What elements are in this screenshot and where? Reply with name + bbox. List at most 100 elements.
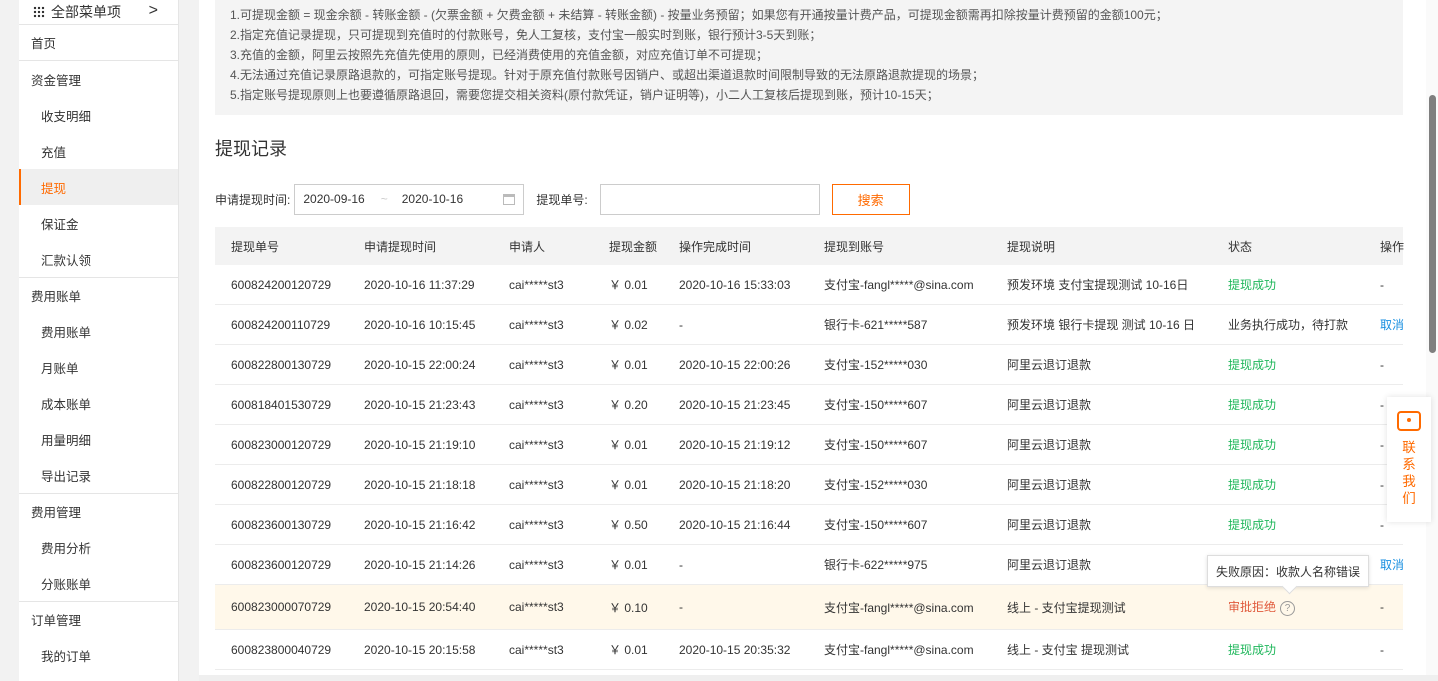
sidebar-group-cost-mgmt[interactable]: 费用管理: [19, 493, 178, 529]
sidebar-item-usage-detail[interactable]: 用量明细: [19, 421, 178, 457]
start-date[interactable]: 2020-09-16: [303, 192, 364, 206]
cell-amount: ￥ 0.01: [609, 278, 648, 292]
sidebar-item-transactions[interactable]: 收支明细: [19, 97, 178, 133]
sidebar-item-deposit[interactable]: 保证金: [19, 205, 178, 241]
status-badge: 业务执行成功，待打款: [1228, 318, 1349, 332]
sidebar-item-remittance-claim[interactable]: 汇款认领: [19, 241, 178, 277]
cell-account: 支付宝-fangl*****@sina.com: [824, 278, 974, 292]
cell-complete-time: -: [679, 557, 683, 572]
table-row: 600824200110729 2020-10-16 10:15:45 cai*…: [215, 305, 1404, 345]
col-header-complete-time: 操作完成时间: [679, 239, 752, 254]
notice-line: 5.指定账号提现原则上也要遵循原路退回，需要您提交相关资料(原付款凭证，销户证明…: [230, 88, 939, 102]
cell-description: 线上 - 支付宝提现测试: [1007, 600, 1126, 615]
sidebar-item-split-bill[interactable]: 分账账单: [19, 565, 178, 601]
withdraw-notice: 1.可提现金额 = 现金余额 - 转账金额 - (欠票金额 + 欠费金额 + 未…: [215, 0, 1403, 115]
sidebar-item-my-orders[interactable]: 我的订单: [19, 637, 178, 673]
main-content: 1.可提现金额 = 现金余额 - 转账金额 - (欠票金额 + 欠费金额 + 未…: [199, 0, 1438, 681]
notice-line: 2.指定充值记录提现，只可提现到充值时的付款账号，免人工复核，支付宝一般实时到账…: [230, 28, 822, 42]
all-menu-toggle[interactable]: 全部菜单项 >: [19, 0, 178, 25]
cell-applicant: cai*****st3: [509, 317, 564, 332]
cell-complete-time: 2020-10-15 21:18:20: [679, 477, 791, 492]
cell-apply-time: 2020-10-15 21:19:10: [364, 437, 476, 452]
cell-order-no: 600823000070729: [231, 600, 332, 614]
cell-applicant: cai*****st3: [509, 437, 564, 452]
scrollbar-thumb[interactable]: [1429, 95, 1436, 353]
sidebar-item-home[interactable]: 首页: [19, 25, 178, 61]
cell-account: 支付宝-fangl*****@sina.com: [824, 643, 974, 657]
sidebar-group-orders[interactable]: 订单管理: [19, 601, 178, 637]
cell-amount: ￥ 0.01: [609, 558, 648, 572]
sidebar-group-funds[interactable]: 资金管理: [19, 61, 178, 97]
cell-complete-time: 2020-10-15 21:19:12: [679, 437, 791, 452]
cell-order-no: 600823600130729: [231, 517, 332, 532]
order-number-input[interactable]: [599, 183, 820, 215]
cell-description: 阿里云退订退款: [1007, 478, 1092, 492]
cell-account: 支付宝-150*****607: [824, 438, 928, 452]
cell-action: -: [1380, 357, 1384, 372]
cell-description: 阿里云退订退款: [1007, 358, 1092, 372]
sidebar-group-billing[interactable]: 费用账单: [19, 277, 178, 313]
cell-complete-time: -: [679, 317, 683, 332]
table-row: 600823600130729 2020-10-15 21:16:42 cai*…: [215, 505, 1403, 545]
notice-line: 1.可提现金额 = 现金余额 - 转账金额 - (欠票金额 + 欠费金额 + 未…: [230, 8, 1168, 22]
status-cell: 审批拒绝?: [1228, 598, 1380, 616]
sidebar-item-cost-analysis[interactable]: 费用分析: [19, 529, 178, 565]
table-row: 600822800130729 2020-10-15 22:00:24 cai*…: [215, 345, 1403, 385]
cell-account: 银行卡-621*****587: [824, 318, 928, 332]
cell-applicant: cai*****st3: [509, 600, 564, 614]
question-help-icon[interactable]: ?: [1280, 600, 1296, 616]
notice-line: 4.无法通过充值记录原路退款的，可指定账号提现。针对于原充值付款账号因销户、或超…: [230, 68, 985, 82]
failure-reason-tooltip: 失败原因：收款人名称错误: [1207, 555, 1369, 587]
cancel-link[interactable]: 取消: [1380, 316, 1404, 333]
cell-applicant: cai*****st3: [509, 557, 564, 572]
cell-applicant: cai*****st3: [509, 397, 564, 412]
cell-amount: ￥ 0.10: [609, 600, 648, 615]
cell-apply-time: 2020-10-16 11:37:29: [364, 277, 475, 292]
cell-amount: ￥ 0.20: [609, 398, 648, 412]
cell-amount: ￥ 0.50: [609, 518, 648, 532]
grid-menu-icon: [33, 6, 45, 18]
cell-applicant: cai*****st3: [509, 357, 564, 372]
cell-action: -: [1380, 277, 1384, 292]
sidebar-item-bills[interactable]: 费用账单: [19, 313, 178, 349]
status-badge: 提现成功: [1228, 518, 1277, 532]
search-button[interactable]: 搜索: [831, 183, 910, 215]
cell-account: 支付宝-fangl*****@sina.com: [824, 600, 974, 615]
col-header-action: 操作: [1380, 239, 1405, 254]
cell-apply-time: 2020-10-15 21:18:18: [364, 477, 476, 492]
contact-us-widget[interactable]: 联系我们: [1387, 397, 1431, 522]
range-separator: ~: [380, 192, 388, 206]
horizontal-scroll-area: [199, 675, 1438, 681]
cell-action: -: [1380, 600, 1384, 614]
sidebar-item-withdraw[interactable]: 提现: [19, 169, 178, 205]
cell-complete-time: 2020-10-15 22:00:26: [679, 357, 791, 372]
end-date[interactable]: 2020-10-16: [402, 192, 463, 206]
cell-description: 阿里云退订退款: [1007, 438, 1092, 452]
cell-description: 预发环境 银行卡提现 测试 10-16 日: [1007, 318, 1196, 332]
cancel-link[interactable]: 取消: [1380, 556, 1404, 573]
cell-account: 银行卡-622*****975: [824, 558, 928, 572]
chevron-right-icon[interactable]: >: [149, 2, 158, 20]
order-number-label: 提现单号:: [536, 192, 588, 207]
sidebar-item-cost-bill[interactable]: 成本账单: [19, 385, 178, 421]
cell-amount: ￥ 0.01: [609, 358, 648, 372]
cell-description: 线上 - 支付宝 提现测试: [1007, 643, 1129, 657]
cell-apply-time: 2020-10-15 21:14:26: [364, 557, 476, 572]
status-badge: 提现成功: [1228, 278, 1277, 292]
cell-amount: ￥ 0.01: [609, 643, 648, 657]
cell-complete-time: 2020-10-15 20:35:32: [679, 642, 791, 657]
sidebar-item-recharge[interactable]: 充值: [19, 133, 178, 169]
sidebar-item-monthly-bill[interactable]: 月账单: [19, 349, 178, 385]
cell-amount: ￥ 0.01: [609, 478, 648, 492]
table-row: 600823800040729 2020-10-15 20:15:58 cai*…: [215, 630, 1403, 670]
scrollbar[interactable]: [1426, 0, 1438, 681]
cell-apply-time: 2020-10-16 10:15:45: [364, 317, 476, 332]
cell-order-no: 600824200110729: [231, 317, 331, 332]
sidebar-item-export-records[interactable]: 导出记录: [19, 457, 178, 493]
col-header-apply-time: 申请提现时间: [364, 239, 437, 254]
cell-complete-time: -: [679, 600, 683, 614]
calendar-icon[interactable]: [503, 193, 516, 205]
date-range-picker[interactable]: 2020-09-16 ~ 2020-10-16: [294, 183, 525, 215]
cell-order-no: 600818401530729: [231, 397, 332, 412]
cell-applicant: cai*****st3: [509, 477, 564, 492]
